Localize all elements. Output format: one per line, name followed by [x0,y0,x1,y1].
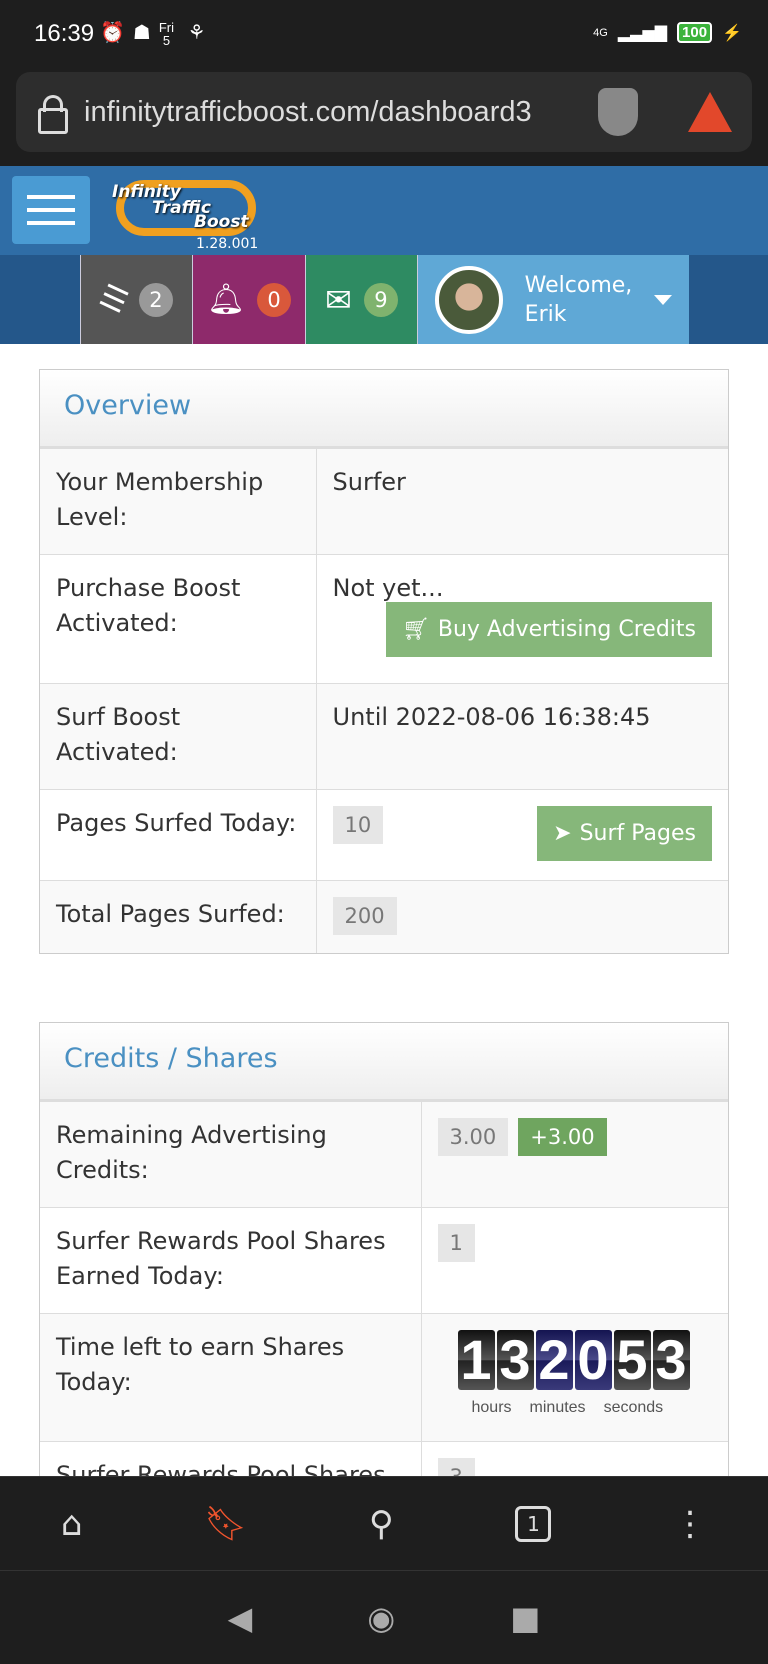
lock-icon [38,95,68,134]
overview-panel: Overview Your Membership Level: Surfer Pu… [39,369,729,954]
panel-title: Overview [40,370,728,448]
cart-icon: 🛒︎ [401,617,430,642]
bookmark-icon[interactable]: 🔖︎ [204,1504,247,1544]
site-header: Infinity Traffic Boost 1.28.001 [0,166,768,255]
avatar [434,265,503,334]
top-nav: ☰ 2 🔔︎ 0 ✉ 9 Welcome, Erik [0,255,768,344]
hours-digit: 3 [496,1330,534,1390]
seconds-digit: 5 [613,1330,651,1390]
minutes-digit: 2 [535,1330,573,1390]
battery-icon: 100 [677,22,713,43]
address-bar[interactable]: infinitytrafficboost.com/dashboard3 [16,72,752,152]
seconds-digit: 3 [652,1330,690,1390]
site-logo[interactable]: Infinity Traffic Boost 1.28.001 [112,174,262,252]
surf-pages-button[interactable]: ➤ Surf Pages [537,806,712,861]
brave-shields-icon[interactable] [598,88,638,136]
home-icon[interactable]: ⌂ [61,1504,83,1544]
credits-panel: Credits / Shares Remaining Advertising C… [39,1022,729,1482]
clock: 16:39 [34,20,95,47]
paper-plane-icon: ➤ [553,821,572,846]
countdown-timer: 132053 hours minutes seconds [421,1313,728,1442]
back-icon[interactable]: ◀ [228,1599,253,1637]
browser-bottom-bar: ⌂ 🔖︎ ⚲ 1 ⋮ [0,1476,768,1570]
panel-title: Credits / Shares [40,1023,728,1101]
calendar-icon: Fri 5 [158,19,175,48]
menu-button[interactable] [12,176,90,244]
charging-icon: ⚡ [722,24,742,42]
signal-icon: ▂▃▅▇ [617,24,668,42]
home-circle-icon[interactable]: ◉ [367,1599,395,1637]
buy-credits-button[interactable]: 🛒︎ Buy Advertising Credits [385,602,712,657]
envelope-icon: ✉ [325,280,352,319]
search-icon[interactable]: ⚲ [369,1504,394,1544]
recents-icon[interactable]: ■ [510,1599,540,1637]
status-icons: ⏰☗Fri 5 ⚘ [100,20,214,47]
bat-rewards-icon[interactable] [688,92,732,132]
alarm-icon: ⏰ [100,22,133,44]
hours-digit: 1 [457,1330,495,1390]
tasks-icon: ☰ [93,277,134,322]
messages-button[interactable]: ✉ 9 [305,255,417,344]
notifications-button[interactable]: 🔔︎ 0 [192,255,305,344]
bell-icon: 🔔︎ [206,282,246,317]
status-bar: 16:39 ⏰☗Fri 5 ⚘ 4G ▂▃▅▇ 100 ⚡ [0,0,768,72]
tasks-button[interactable]: ☰ 2 [80,255,192,344]
more-options-icon[interactable]: ⋮ [673,1504,707,1544]
tabs-button[interactable]: 1 [515,1505,552,1542]
minutes-digit: 0 [574,1330,612,1390]
android-icon: ☗ [132,22,159,44]
android-nav-bar: ◀ ◉ ■ [0,1570,768,1664]
credits-delta: +3.00 [518,1118,607,1156]
version: 1.28.001 [196,236,259,252]
caret-down-icon [654,294,673,305]
user-menu[interactable]: Welcome, Erik [417,255,689,344]
url-text[interactable]: infinitytrafficboost.com/dashboard3 [84,96,572,129]
fitness-icon: ⚘ [187,22,214,44]
network-type: 4G [593,26,608,39]
